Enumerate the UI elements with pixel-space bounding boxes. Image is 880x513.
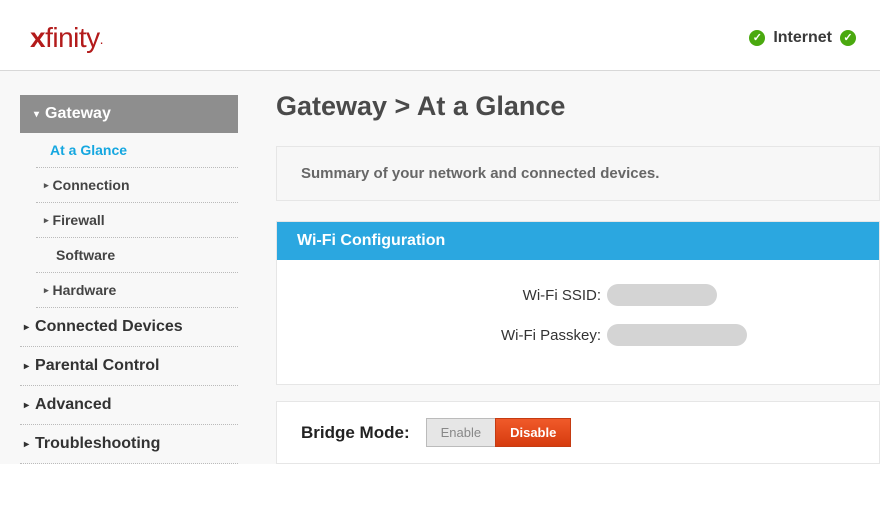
sidebar: ▾ Gateway At a Glance ▸ Connection ▸ Fir…: [0, 71, 248, 464]
bridge-disable-button[interactable]: Disable: [495, 418, 571, 447]
wifi-passkey-value-redacted: [607, 324, 747, 346]
summary-box: Summary of your network and connected de…: [276, 146, 880, 201]
sidebar-item-label: Parental Control: [35, 357, 159, 375]
bridge-enable-button[interactable]: Enable: [426, 418, 495, 447]
wifi-passkey-row: Wi-Fi Passkey:: [307, 324, 849, 346]
status-bar: ✓ Internet ✓: [749, 29, 856, 47]
sidebar-item-label: Software: [56, 247, 115, 263]
page-title: Gateway > At a Glance: [276, 91, 880, 122]
sidebar-item-connection[interactable]: ▸ Connection: [36, 168, 238, 203]
sidebar-item-connected-devices[interactable]: ▸ Connected Devices: [20, 308, 238, 347]
sidebar-item-label: Connected Devices: [35, 318, 183, 336]
chevron-right-icon: ▸: [24, 400, 29, 411]
sidebar-item-label: Connection: [53, 177, 130, 193]
wifi-panel-body: Wi-Fi SSID: Wi-Fi Passkey:: [277, 260, 879, 384]
sidebar-item-label: At a Glance: [50, 142, 127, 158]
sidebar-item-firewall[interactable]: ▸ Firewall: [36, 203, 238, 238]
sidebar-item-advanced[interactable]: ▸ Advanced: [20, 386, 238, 425]
chevron-right-icon: ▸: [24, 439, 29, 450]
caret-down-icon: ▾: [34, 109, 39, 120]
sidebar-item-hardware[interactable]: ▸ Hardware: [36, 273, 238, 308]
wifi-ssid-row: Wi-Fi SSID:: [307, 284, 849, 306]
sidebar-item-label: Troubleshooting: [35, 435, 160, 453]
check-icon: ✓: [840, 30, 856, 46]
sidebar-item-software[interactable]: Software: [36, 238, 238, 273]
wifi-panel: Wi-Fi Configuration Wi-Fi SSID: Wi-Fi Pa…: [276, 221, 880, 385]
check-icon: ✓: [749, 30, 765, 46]
sidebar-item-label: Hardware: [53, 282, 117, 298]
sidebar-header-gateway[interactable]: ▾ Gateway: [20, 95, 238, 133]
body: ▾ Gateway At a Glance ▸ Connection ▸ Fir…: [0, 71, 880, 464]
chevron-right-icon: ▸: [24, 322, 29, 333]
sidebar-item-troubleshooting[interactable]: ▸ Troubleshooting: [20, 425, 238, 464]
chevron-right-icon: ▸: [44, 180, 49, 191]
bridge-mode-label: Bridge Mode:: [301, 423, 410, 443]
sidebar-item-label: Firewall: [53, 212, 105, 228]
sidebar-subnav: At a Glance ▸ Connection ▸ Firewall Soft…: [20, 133, 238, 308]
brand-logo: xfinity: [30, 22, 103, 54]
chevron-right-icon: ▸: [44, 285, 49, 296]
wifi-panel-header: Wi-Fi Configuration: [277, 222, 879, 260]
wifi-passkey-label: Wi-Fi Passkey:: [307, 327, 607, 344]
chevron-right-icon: ▸: [44, 215, 49, 226]
summary-text: Summary of your network and connected de…: [301, 165, 659, 182]
bridge-mode-panel: Bridge Mode: Enable Disable: [276, 401, 880, 464]
sidebar-header-label: Gateway: [45, 105, 111, 123]
status-internet-label: Internet: [773, 29, 832, 47]
bridge-mode-toggle: Enable Disable: [426, 418, 572, 447]
wifi-ssid-value-redacted: [607, 284, 717, 306]
sidebar-item-label: Advanced: [35, 396, 111, 414]
wifi-ssid-label: Wi-Fi SSID:: [307, 287, 607, 304]
chevron-right-icon: ▸: [24, 361, 29, 372]
header: xfinity ✓ Internet ✓: [0, 0, 880, 70]
sidebar-item-at-a-glance[interactable]: At a Glance: [36, 133, 238, 168]
main-content: Gateway > At a Glance Summary of your ne…: [248, 71, 880, 464]
sidebar-item-parental-control[interactable]: ▸ Parental Control: [20, 347, 238, 386]
